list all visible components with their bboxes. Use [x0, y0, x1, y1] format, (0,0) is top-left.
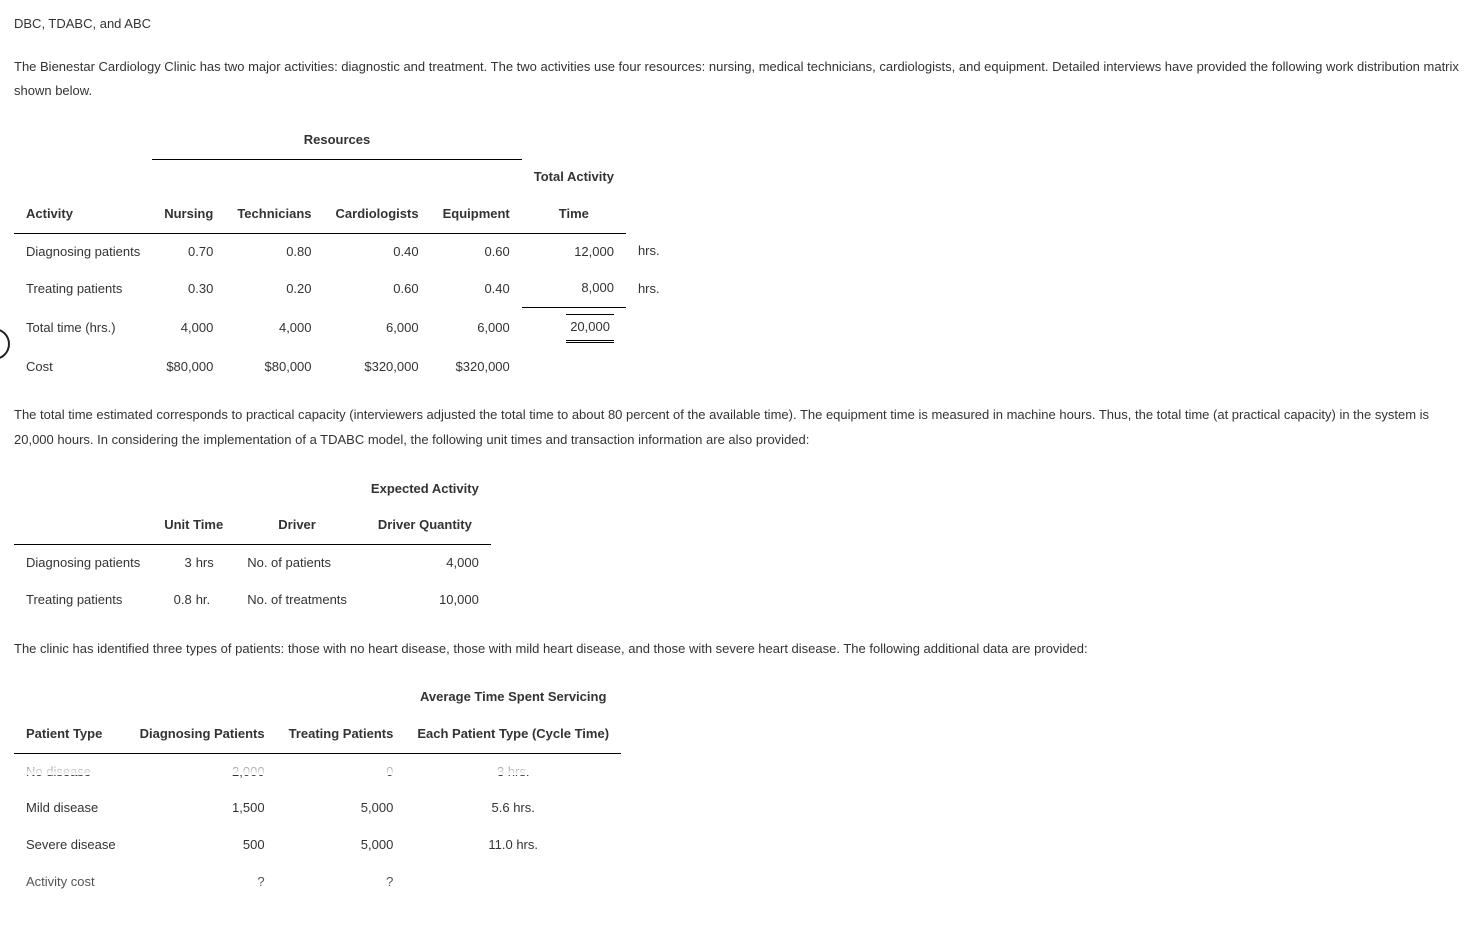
cell: $320,000: [324, 349, 431, 386]
table-row-cost: Cost $80,000 $80,000 $320,000 $320,000: [14, 349, 672, 386]
table-row: Mild disease 1,500 5,000 5.6 hrs.: [14, 790, 621, 827]
cell: 5,000: [277, 790, 406, 827]
col-activity: Activity: [14, 196, 152, 233]
col-nursing: Nursing: [152, 196, 225, 233]
cell: ?: [277, 864, 406, 901]
cell: 12,000: [522, 233, 626, 270]
cell: 500: [128, 827, 277, 864]
cell: 0.40: [324, 233, 431, 270]
table-row: Treating patients 0.30 0.20 0.60 0.40 8,…: [14, 270, 672, 307]
cell: 0.8: [152, 582, 194, 619]
col-avg-2: Each Patient Type (Cycle Time): [405, 716, 621, 753]
cell: No. of patients: [235, 545, 359, 582]
unit: hrs.: [626, 270, 672, 307]
unit-time-table: Expected Activity Unit Time Driver Drive…: [14, 471, 491, 619]
cell: 3: [152, 545, 194, 582]
table-row-total: Total time (hrs.) 4,000 4,000 6,000 6,00…: [14, 308, 672, 349]
col-treat: Treating Patients: [277, 716, 406, 753]
cell: 0.40: [431, 270, 522, 307]
cell: ?: [128, 864, 277, 901]
col-driver: Driver: [235, 507, 359, 544]
table-row-cutoff: Activity cost ? ?: [14, 864, 621, 901]
cell: 20,000: [522, 308, 626, 349]
cell: 10,000: [359, 582, 491, 619]
cell: 4,000: [225, 308, 323, 349]
row-label: Cost: [14, 349, 152, 386]
cell: $80,000: [152, 349, 225, 386]
table-row: Severe disease 500 5,000 11.0 hrs.: [14, 827, 621, 864]
cell: 4,000: [359, 545, 491, 582]
col-tech: Technicians: [225, 196, 323, 233]
col-expected-1: Expected Activity: [359, 471, 491, 508]
row-label: Diagnosing patients: [14, 233, 152, 270]
cell: 0.70: [152, 233, 225, 270]
patient-type-table: Average Time Spent Servicing Patient Typ…: [14, 679, 621, 900]
cell: 8,000: [522, 270, 626, 307]
table-row: No disease 2,000 0 3 hrs.: [14, 753, 621, 790]
paragraph-capacity: The total time estimated corresponds to …: [14, 403, 1468, 452]
table-row: Diagnosing patients 0.70 0.80 0.40 0.60 …: [14, 233, 672, 270]
cell: 2,000: [128, 753, 277, 790]
col-total-2: Time: [522, 196, 626, 233]
paragraph-intro: The Bienestar Cardiology Clinic has two …: [14, 55, 1468, 104]
table-row: Treating patients 0.8 hr. No. of treatme…: [14, 582, 491, 619]
cell: 5,000: [277, 827, 406, 864]
row-label: No disease: [14, 753, 128, 790]
row-label: Treating patients: [14, 270, 152, 307]
row-label: Severe disease: [14, 827, 128, 864]
cell: 6,000: [324, 308, 431, 349]
cell: 0.30: [152, 270, 225, 307]
col-equip: Equipment: [431, 196, 522, 233]
cell: 3 hrs.: [405, 753, 621, 790]
col-ptype: Patient Type: [14, 716, 128, 753]
unit: hrs.: [626, 233, 672, 270]
page-title: DBC, TDABC, and ABC: [14, 12, 1468, 37]
unit: hr.: [194, 582, 236, 619]
cell: 0.60: [324, 270, 431, 307]
cell: 5.6 hrs.: [405, 790, 621, 827]
resources-header: Resources: [152, 122, 522, 159]
col-diag: Diagnosing Patients: [128, 716, 277, 753]
paragraph-patient-types: The clinic has identified three types of…: [14, 637, 1468, 662]
row-label: Diagnosing patients: [14, 545, 152, 582]
col-total-1: Total Activity: [522, 159, 626, 196]
cell: 0: [277, 753, 406, 790]
cell: No. of treatments: [235, 582, 359, 619]
cell: 0.60: [431, 233, 522, 270]
cell: 0.20: [225, 270, 323, 307]
resources-table: Resources Total Activity Activity Nursin…: [14, 122, 672, 385]
table-row: Diagnosing patients 3 hrs No. of patient…: [14, 545, 491, 582]
row-label: Treating patients: [14, 582, 152, 619]
row-label: Total time (hrs.): [14, 308, 152, 349]
row-label: Mild disease: [14, 790, 128, 827]
col-card: Cardiologists: [324, 196, 431, 233]
col-unit-time: Unit Time: [152, 507, 235, 544]
decorative-arc: [0, 328, 10, 360]
cell: 11.0 hrs.: [405, 827, 621, 864]
cell: 1,500: [128, 790, 277, 827]
cell: 0.80: [225, 233, 323, 270]
col-expected-2: Driver Quantity: [359, 507, 491, 544]
cell: $320,000: [431, 349, 522, 386]
cell: 6,000: [431, 308, 522, 349]
col-avg-1: Average Time Spent Servicing: [405, 679, 621, 716]
row-label: Activity cost: [14, 864, 128, 901]
cell: 4,000: [152, 308, 225, 349]
unit: hrs: [194, 545, 236, 582]
cell: $80,000: [225, 349, 323, 386]
